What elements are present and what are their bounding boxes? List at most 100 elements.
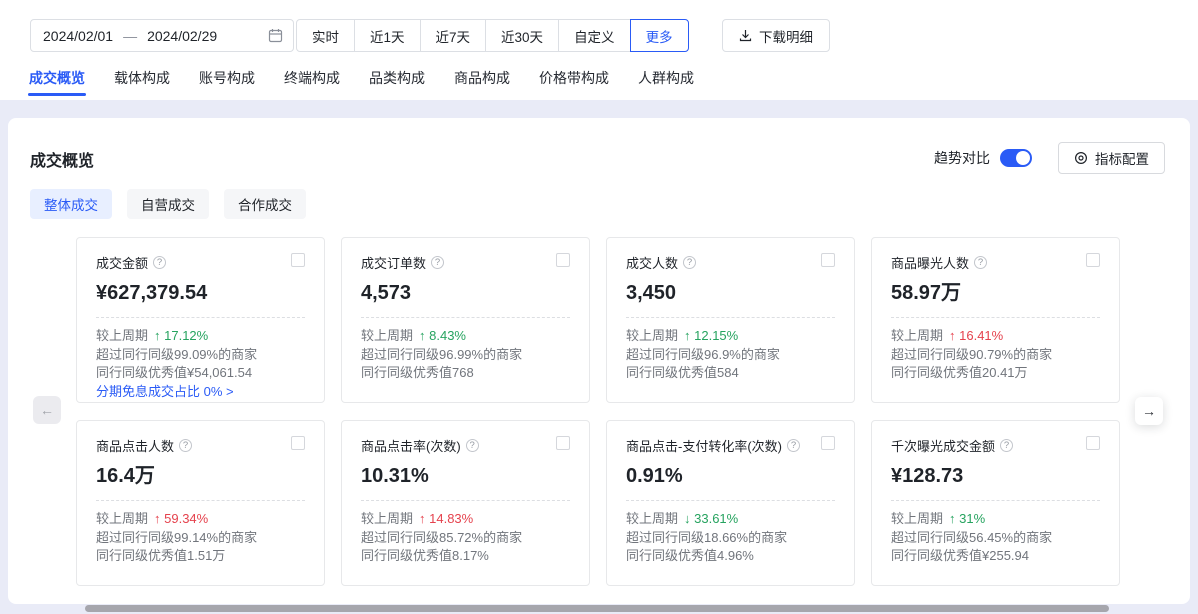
metric-card: 成交订单数 ? 4,573 较上周期 ↑ 8.43% 超过同行同级96.99%的…	[341, 237, 590, 403]
sub-tabs: 整体成交自营成交合作成交	[30, 189, 306, 219]
nav-tab[interactable]: 价格带构成	[538, 62, 610, 98]
peer-rank: 超过同行同级56.45%的商家	[891, 529, 1100, 548]
carousel-right-button[interactable]: →	[1135, 397, 1163, 425]
metric-title-wrap: 千次曝光成交金额 ?	[891, 436, 1013, 455]
metric-value: 3,450	[626, 280, 835, 307]
nav-tab[interactable]: 人群构成	[637, 62, 695, 98]
peer-best: 同行同级优秀值768	[361, 364, 570, 383]
metric-title: 成交人数	[626, 253, 678, 272]
installment-link[interactable]: 分期免息成交占比 0% >	[96, 383, 305, 402]
sub-tab[interactable]: 自营成交	[127, 189, 209, 219]
metric-value: 16.4万	[96, 463, 305, 490]
trend-compare-label: 趋势对比	[934, 148, 990, 168]
peer-rank: 超过同行同级85.72%的商家	[361, 529, 570, 548]
metric-title: 商品点击-支付转化率(次数)	[626, 436, 782, 455]
metric-title: 成交金额	[96, 253, 148, 272]
metric-title: 成交订单数	[361, 253, 426, 272]
help-icon[interactable]: ?	[974, 256, 987, 269]
nav-tab-label: 价格带构成	[539, 70, 609, 86]
horizontal-scrollbar-thumb[interactable]	[85, 605, 1109, 612]
card-divider	[361, 317, 570, 318]
period-compare-row: 较上周期 ↑ 17.12%	[96, 327, 305, 346]
card-divider	[891, 500, 1100, 501]
metric-card-head: 千次曝光成交金额 ?	[891, 436, 1100, 455]
metric-title-wrap: 商品点击人数 ?	[96, 436, 192, 455]
download-label: 下载明细	[759, 26, 813, 46]
panel-title: 成交概览	[30, 147, 94, 171]
quick-range-button[interactable]: 自定义	[558, 19, 631, 52]
quick-range-button[interactable]: 近1天	[354, 19, 421, 52]
sub-tab[interactable]: 合作成交	[224, 189, 306, 219]
metric-checkbox[interactable]	[291, 253, 305, 267]
card-divider	[626, 500, 835, 501]
metric-change: ↑ 14.83%	[419, 510, 473, 529]
metric-card: 商品点击率(次数) ? 10.31% 较上周期 ↑ 14.83% 超过同行同级8…	[341, 420, 590, 586]
peer-best: 同行同级优秀值8.17%	[361, 547, 570, 566]
quick-range-button[interactable]: 近7天	[420, 19, 487, 52]
metric-value: 10.31%	[361, 463, 570, 490]
peer-best: 同行同级优秀值4.96%	[626, 547, 835, 566]
quick-range-button[interactable]: 更多	[630, 19, 689, 52]
period-compare-row: 较上周期 ↑ 16.41%	[891, 327, 1100, 346]
period-compare-row: 较上周期 ↑ 14.83%	[361, 510, 570, 529]
nav-tab-label: 人群构成	[638, 70, 694, 86]
overview-panel: 成交概览 趋势对比 指标配置 整体成交自营成交合作成交 成交金额 ? ¥627,…	[8, 118, 1190, 604]
metric-card: 成交金额 ? ¥627,379.54 较上周期 ↑ 17.12% 超过同行同级9…	[76, 237, 325, 403]
help-icon[interactable]: ?	[153, 256, 166, 269]
metric-checkbox[interactable]	[1086, 436, 1100, 450]
metric-card: 商品点击-支付转化率(次数) ? 0.91% 较上周期 ↓ 33.61% 超过同…	[606, 420, 855, 586]
metric-card: 商品曝光人数 ? 58.97万 较上周期 ↑ 16.41% 超过同行同级90.7…	[871, 237, 1120, 403]
peer-best: 同行同级优秀值¥255.94	[891, 547, 1100, 566]
metric-checkbox[interactable]	[556, 436, 570, 450]
peer-rank: 超过同行同级99.09%的商家	[96, 346, 305, 365]
card-divider	[96, 500, 305, 501]
carousel-left-button[interactable]: ←	[33, 396, 61, 424]
quick-range-group: 实时近1天近7天近30天自定义更多	[296, 19, 689, 52]
peer-best: 同行同级优秀值1.51万	[96, 547, 305, 566]
help-icon[interactable]: ?	[431, 256, 444, 269]
panel-header-actions: 趋势对比 指标配置	[934, 142, 1165, 174]
period-label: 较上周期	[361, 327, 413, 346]
nav-tab-label: 品类构成	[369, 70, 425, 86]
help-icon[interactable]: ?	[683, 256, 696, 269]
quick-range-button[interactable]: 实时	[296, 19, 355, 52]
nav-tab[interactable]: 品类构成	[368, 62, 426, 98]
card-divider	[361, 500, 570, 501]
metric-checkbox[interactable]	[821, 253, 835, 267]
download-details-button[interactable]: 下载明细	[722, 19, 830, 52]
metric-checkbox[interactable]	[291, 436, 305, 450]
metric-cards-grid: 成交金额 ? ¥627,379.54 较上周期 ↑ 17.12% 超过同行同级9…	[76, 237, 1120, 586]
date-start: 2024/02/01	[43, 28, 113, 44]
nav-tab[interactable]: 成交概览	[28, 62, 86, 98]
metric-card-head: 商品点击人数 ?	[96, 436, 305, 455]
help-icon[interactable]: ?	[1000, 439, 1013, 452]
nav-tab-label: 成交概览	[29, 70, 85, 86]
nav-tab[interactable]: 商品构成	[453, 62, 511, 98]
metric-title: 商品点击率(次数)	[361, 436, 461, 455]
card-divider	[96, 317, 305, 318]
metric-value: 58.97万	[891, 280, 1100, 307]
metric-config-button[interactable]: 指标配置	[1058, 142, 1165, 174]
metric-checkbox[interactable]	[556, 253, 570, 267]
metric-checkbox[interactable]	[1086, 253, 1100, 267]
sub-tab[interactable]: 整体成交	[30, 189, 112, 219]
nav-tab[interactable]: 载体构成	[113, 62, 171, 98]
help-icon[interactable]: ?	[787, 439, 800, 452]
quick-range-button[interactable]: 近30天	[485, 19, 559, 52]
help-icon[interactable]: ?	[466, 439, 479, 452]
metric-change: ↑ 12.15%	[684, 327, 738, 346]
nav-tab[interactable]: 账号构成	[198, 62, 256, 98]
metric-change: ↑ 8.43%	[419, 327, 466, 346]
period-label: 较上周期	[891, 510, 943, 529]
help-icon[interactable]: ?	[179, 439, 192, 452]
card-divider	[626, 317, 835, 318]
date-range-picker[interactable]: 2024/02/01 — 2024/02/29	[30, 19, 294, 52]
metric-checkbox[interactable]	[821, 436, 835, 450]
peer-rank: 超过同行同级99.14%的商家	[96, 529, 305, 548]
top-toolbar: 2024/02/01 — 2024/02/29 实时近1天近7天近30天自定义更…	[0, 0, 1198, 100]
metric-value: 4,573	[361, 280, 570, 307]
period-compare-row: 较上周期 ↑ 59.34%	[96, 510, 305, 529]
period-label: 较上周期	[361, 510, 413, 529]
trend-compare-toggle[interactable]	[1000, 149, 1032, 167]
nav-tab[interactable]: 终端构成	[283, 62, 341, 98]
